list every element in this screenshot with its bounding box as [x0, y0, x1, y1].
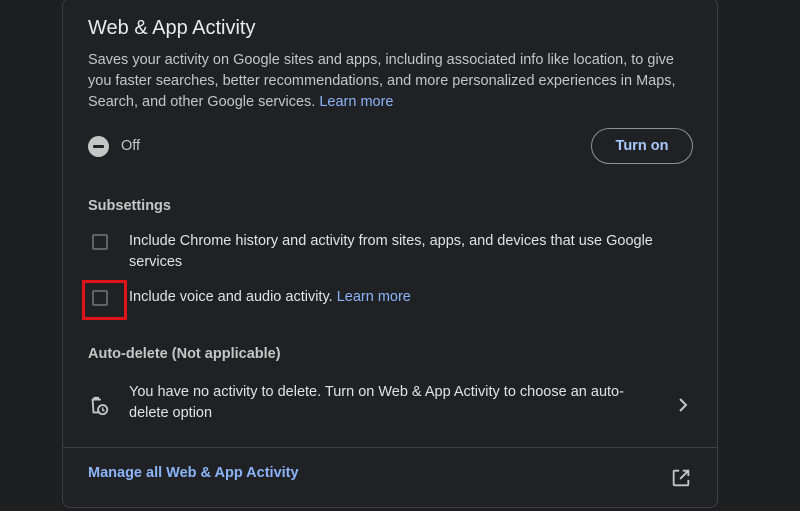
auto-delete-text[interactable]: You have no activity to delete. Turn on …	[129, 382, 659, 424]
status-row: Off	[88, 134, 140, 158]
chrome-history-checkbox[interactable]	[92, 234, 108, 250]
voice-learn-more-link[interactable]: Learn more	[337, 289, 411, 305]
open-in-new-icon[interactable]	[670, 467, 692, 489]
learn-more-link[interactable]: Learn more	[319, 94, 393, 110]
auto-delete-icon	[91, 396, 109, 416]
auto-delete-heading: Auto-delete (Not applicable)	[88, 346, 281, 362]
status-label: Off	[121, 138, 141, 154]
manage-activity-link[interactable]: Manage all Web & App Activity	[88, 465, 299, 481]
turn-on-button[interactable]: Turn on	[591, 128, 693, 164]
chevron-right-icon[interactable]	[675, 397, 691, 413]
highlight-box	[82, 280, 127, 320]
off-circle-icon	[88, 135, 109, 157]
voice-audio-label: Include voice and audio activity.	[129, 289, 333, 305]
subsettings-heading: Subsettings	[88, 198, 171, 214]
voice-audio-label-row: Include voice and audio activity. Learn …	[129, 287, 689, 308]
card-title: Web & App Activity	[88, 17, 256, 39]
footer-divider	[63, 447, 717, 448]
card-description: Saves your activity on Google sites and …	[88, 50, 698, 113]
chrome-history-label: Include Chrome history and activity from…	[129, 233, 653, 270]
web-app-activity-card: Web & App Activity Saves your activity o…	[62, 0, 718, 508]
